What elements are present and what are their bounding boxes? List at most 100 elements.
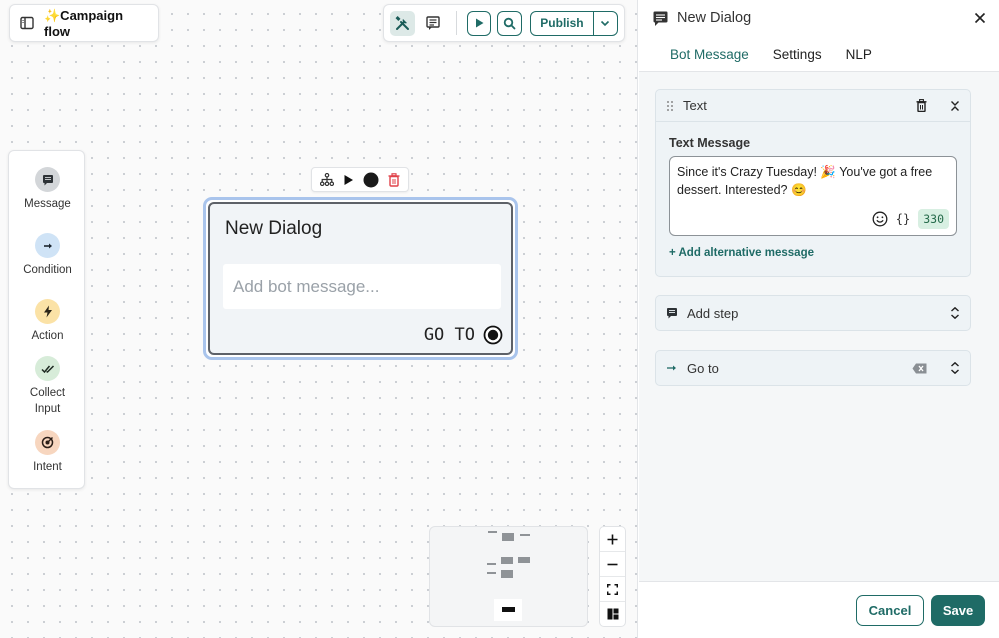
layout-button[interactable] bbox=[600, 602, 625, 626]
minimap-node bbox=[502, 533, 514, 541]
minimap-node bbox=[487, 563, 496, 565]
fit-view-button[interactable] bbox=[600, 577, 625, 602]
palette-label: Message bbox=[24, 198, 71, 210]
minimap-node bbox=[518, 557, 530, 563]
save-button[interactable]: Save bbox=[931, 595, 985, 626]
text-step-header: Text bbox=[656, 90, 970, 121]
panel-footer: Cancel Save bbox=[639, 581, 999, 638]
tab-bot-message[interactable]: Bot Message bbox=[658, 44, 761, 74]
goto-label: Go to bbox=[687, 360, 719, 376]
text-message-label: Text Message bbox=[669, 136, 751, 150]
text-step-card: Text Text Message Since it's Crazy Tuesd… bbox=[655, 89, 971, 277]
text-message-value: Since it's Crazy Tuesday! 🎉 You've got a… bbox=[677, 165, 933, 197]
lightning-icon bbox=[35, 299, 60, 324]
flow-canvas[interactable]: ✨Campaign flow Publish Message Condition… bbox=[0, 0, 638, 638]
sidebar-toggle-icon[interactable] bbox=[20, 16, 34, 30]
zoom-in-button[interactable] bbox=[600, 527, 625, 552]
character-count: 330 bbox=[918, 209, 949, 229]
minimap-node bbox=[501, 570, 513, 578]
end-dot-icon[interactable] bbox=[363, 172, 379, 188]
node-title: New Dialog bbox=[225, 218, 323, 239]
minimap[interactable] bbox=[429, 526, 588, 627]
properties-panel: New Dialog Bot Message Settings NLP Text bbox=[639, 0, 999, 638]
minimap-node bbox=[488, 531, 497, 533]
collapse-icon[interactable] bbox=[950, 100, 960, 112]
minimap-node bbox=[487, 572, 496, 574]
text-message-textarea[interactable]: Since it's Crazy Tuesday! 🎉 You've got a… bbox=[669, 156, 957, 236]
tools-icon bbox=[394, 15, 411, 32]
goto-card[interactable]: Go to bbox=[655, 350, 971, 386]
palette-item-collect-input[interactable]: Collect Input bbox=[9, 356, 86, 417]
add-step-card[interactable]: Add step bbox=[655, 295, 971, 331]
hierarchy-icon[interactable] bbox=[320, 173, 335, 186]
double-check-icon bbox=[35, 356, 60, 381]
emoji-icon[interactable] bbox=[872, 211, 888, 227]
minimap-viewport[interactable] bbox=[494, 599, 522, 621]
expand-icon[interactable] bbox=[950, 362, 960, 374]
variables-button[interactable]: {} bbox=[896, 210, 910, 228]
cancel-button[interactable]: Cancel bbox=[856, 595, 924, 626]
message-icon bbox=[666, 307, 678, 319]
node-palette: Message Condition Action Collect Input I… bbox=[8, 150, 85, 489]
trash-icon[interactable] bbox=[916, 99, 927, 112]
dialog-node-body: New Dialog Add bot message... GO TO bbox=[208, 202, 513, 355]
close-icon[interactable] bbox=[974, 12, 986, 24]
arrow-right-icon bbox=[35, 233, 60, 258]
minimap-selected-node bbox=[502, 607, 515, 612]
flow-title-bar: ✨Campaign flow bbox=[9, 4, 159, 42]
chevron-down-icon bbox=[599, 17, 611, 29]
goto-header: Go to bbox=[656, 351, 970, 385]
run-button[interactable] bbox=[466, 10, 492, 36]
panel-header: New Dialog bbox=[652, 8, 986, 28]
zoom-out-button[interactable] bbox=[600, 552, 625, 577]
connector-handle-icon[interactable] bbox=[483, 325, 503, 345]
plus-icon bbox=[607, 534, 618, 545]
goto-label: GO TO bbox=[423, 325, 475, 345]
add-alternative-message-link[interactable]: + Add alternative message bbox=[669, 247, 970, 259]
panel-tabs: Bot Message Settings NLP bbox=[658, 44, 884, 74]
publish-options-button[interactable] bbox=[594, 12, 617, 35]
palette-label: Intent bbox=[33, 461, 62, 473]
textarea-tools: {} 330 bbox=[872, 209, 949, 229]
expand-icon[interactable] bbox=[950, 307, 960, 319]
backspace-icon[interactable] bbox=[912, 363, 927, 374]
minimap-node bbox=[501, 557, 513, 564]
layout-icon bbox=[607, 608, 619, 620]
palette-item-action[interactable]: Action bbox=[9, 299, 86, 344]
minus-icon bbox=[607, 559, 618, 570]
target-icon bbox=[35, 430, 60, 455]
palette-item-condition[interactable]: Condition bbox=[9, 233, 86, 278]
minimap-node bbox=[520, 534, 530, 536]
delete-icon[interactable] bbox=[388, 172, 400, 187]
play-icon[interactable] bbox=[343, 174, 354, 186]
node-goto-connector[interactable]: GO TO bbox=[424, 325, 503, 345]
node-toolbar bbox=[311, 167, 409, 192]
zoom-controls bbox=[599, 526, 626, 627]
add-step-header: Add step bbox=[656, 296, 970, 330]
search-button[interactable] bbox=[497, 10, 523, 36]
panel-title: New Dialog bbox=[677, 10, 752, 26]
palette-label: Collect Input bbox=[29, 387, 66, 415]
drag-handle-icon[interactable] bbox=[666, 100, 674, 112]
fit-view-icon bbox=[607, 583, 618, 595]
search-icon bbox=[503, 17, 516, 30]
comment-icon bbox=[425, 15, 441, 31]
text-step-title: Text bbox=[683, 98, 707, 113]
canvas-toolbar: Publish bbox=[383, 4, 625, 42]
arrow-right-icon bbox=[666, 363, 678, 373]
palette-item-intent[interactable]: Intent bbox=[9, 430, 86, 475]
node-message-input[interactable]: Add bot message... bbox=[223, 264, 501, 309]
tab-nlp[interactable]: NLP bbox=[834, 44, 884, 74]
publish-button[interactable]: Publish bbox=[531, 11, 594, 35]
toolbar-divider bbox=[455, 11, 457, 35]
tools-button[interactable] bbox=[390, 10, 415, 36]
palette-item-message[interactable]: Message bbox=[9, 167, 86, 212]
comments-button[interactable] bbox=[421, 11, 446, 36]
add-step-label: Add step bbox=[687, 305, 739, 321]
flow-title: ✨Campaign flow bbox=[44, 7, 124, 39]
palette-label: Action bbox=[31, 330, 64, 342]
play-icon bbox=[473, 17, 485, 29]
tab-settings[interactable]: Settings bbox=[761, 44, 834, 74]
dialog-node[interactable]: New Dialog Add bot message... GO TO bbox=[203, 197, 518, 360]
publish-split-button: Publish bbox=[530, 10, 618, 36]
